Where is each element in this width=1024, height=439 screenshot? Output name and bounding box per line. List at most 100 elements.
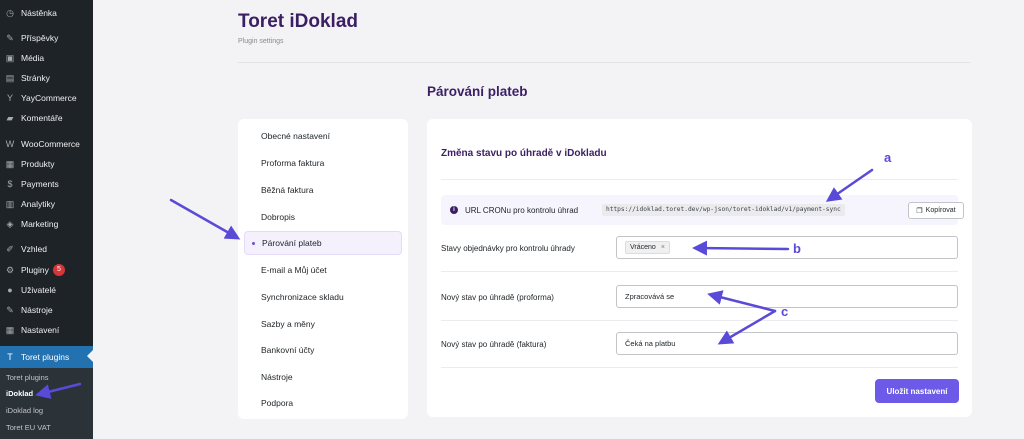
sidebar-item-nastroje[interactable]: ✎ Nástroje — [0, 300, 93, 320]
remove-tag-icon[interactable]: × — [661, 244, 665, 251]
nav-item-proforma-faktura[interactable]: Proforma faktura — [244, 151, 402, 175]
sidebar-item-label: Pluginy — [21, 265, 49, 275]
sidebar-item-label: Uživatelé — [21, 285, 56, 295]
sidebar-item-marketing[interactable]: ◈ Marketing — [0, 214, 93, 234]
submenu-item-toret-plugins[interactable]: Toret plugins — [6, 373, 49, 382]
cron-url-label: URL CRONu pro kontrolu úhrad — [465, 206, 579, 215]
sidebar-item-yaycommerce[interactable]: Y YayCommerce — [0, 88, 93, 108]
cron-url-value[interactable]: https://idoklad.toret.dev/wp-json/toret-… — [602, 204, 845, 216]
divider — [441, 179, 958, 180]
toret-submenu: Toret plugins iDoklad iDoklad log Toret … — [0, 368, 93, 439]
cron-url-box: i URL CRONu pro kontrolu úhrad https://i… — [441, 195, 964, 225]
sidebar-item-woocommerce[interactable]: W WooCommerce — [0, 134, 93, 154]
nav-item-bezna-faktura[interactable]: Běžná faktura — [244, 178, 402, 202]
sidebar-item-produkty[interactable]: ▦ Produkty — [0, 154, 93, 174]
sidebar-item-nastaveni[interactable]: ▦ Nastavení — [0, 320, 93, 340]
copy-icon: ❐ — [916, 207, 923, 215]
sidebar-item-label: Produkty — [21, 159, 55, 169]
sidebar-item-label: YayCommerce — [21, 93, 77, 103]
info-icon: i — [450, 206, 458, 214]
sidebar-item-label: Nastavení — [21, 325, 60, 335]
card-title: Změna stavu po úhradě v iDokladu — [441, 148, 607, 159]
arrow-to-nav — [169, 198, 241, 240]
toret-icon: T — [7, 351, 13, 362]
divider — [441, 320, 958, 321]
update-count-badge: 5 — [52, 264, 65, 276]
proforma-status-select[interactable]: Zpracovává se — [616, 285, 958, 308]
sidebar-item-toret-plugins[interactable]: T Toret plugins — [0, 346, 93, 368]
proforma-status-label: Nový stav po úhradě (proforma) — [441, 293, 554, 302]
submenu-item-toret-eu-vat[interactable]: Toret EU VAT — [6, 423, 51, 432]
order-statuses-label: Stavy objednávky pro kontrolu úhrady — [441, 244, 575, 253]
products-icon: ▦ — [5, 158, 15, 169]
comments-icon: ▰ — [6, 112, 14, 123]
settings-card: Změna stavu po úhradě v iDokladu i URL C… — [427, 119, 972, 417]
nav-item-synchronizace-skladu[interactable]: Synchronizace skladu — [244, 285, 402, 309]
sidebar-item-uzivatele[interactable]: ● Uživatelé — [0, 280, 93, 300]
sidebar-item-media[interactable]: ▣ Média — [0, 48, 93, 68]
settings-icon: ▦ — [5, 324, 15, 335]
nav-item-bankovni-ucty[interactable]: Bankovní účty — [244, 338, 402, 362]
marketing-icon: ◈ — [6, 218, 14, 229]
sidebar-item-nastenka[interactable]: ◷ Nástěnka — [0, 3, 93, 23]
nav-item-nastroje[interactable]: Nástroje — [244, 365, 402, 389]
sidebar-item-prispevky[interactable]: ✎ Příspěvky — [0, 28, 93, 48]
page-title: Toret iDoklad — [238, 11, 358, 32]
nav-item-email-muj-ucet[interactable]: E-mail a Můj účet — [244, 258, 402, 282]
plugins-icon: ⚙ — [5, 264, 15, 275]
payments-icon: $ — [7, 178, 13, 189]
settings-nav: Obecné nastavení Proforma faktura Běžná … — [238, 119, 408, 419]
yaycommerce-icon: Y — [6, 92, 13, 103]
sidebar-item-vzhled[interactable]: ✐ Vzhled — [0, 239, 93, 259]
nav-item-parovani-plateb[interactable]: Párování plateb — [244, 231, 402, 255]
pages-icon: ▤ — [5, 72, 15, 83]
divider — [441, 367, 958, 368]
submenu-item-idoklad-log[interactable]: iDoklad log — [6, 406, 43, 415]
nav-item-sazby-a-meny[interactable]: Sazby a měny — [244, 312, 402, 336]
sidebar-item-label: WooCommerce — [21, 139, 80, 149]
pushpin-icon: ✎ — [6, 32, 14, 43]
sidebar-item-pluginy[interactable]: ⚙ Pluginy 5 — [0, 260, 93, 280]
sidebar-item-label: Marketing — [21, 219, 59, 229]
nav-item-dobropis[interactable]: Dobropis — [244, 205, 402, 229]
appearance-icon: ✐ — [6, 243, 14, 254]
sidebar-item-label: Nástroje — [21, 305, 53, 315]
copy-button-label: Kopírovat — [925, 207, 956, 214]
analytics-icon: ▥ — [5, 198, 15, 209]
tools-icon: ✎ — [6, 304, 14, 315]
order-statuses-select[interactable]: Vráceno × — [616, 236, 958, 259]
sidebar-item-payments[interactable]: $ Payments — [0, 174, 93, 194]
sidebar-item-label: Vzhled — [21, 244, 47, 254]
sidebar-item-label: Nástěnka — [21, 8, 57, 18]
header-divider — [238, 62, 970, 63]
sidebar-item-label: Stránky — [21, 73, 50, 83]
sidebar-item-stranky[interactable]: ▤ Stránky — [0, 68, 93, 88]
submenu-item-idoklad[interactable]: iDoklad — [6, 389, 33, 398]
woocommerce-icon: W — [5, 138, 15, 149]
status-tag: Vráceno × — [625, 241, 670, 254]
dashboard-icon: ◷ — [6, 7, 14, 18]
copy-button[interactable]: ❐ Kopírovat — [908, 202, 964, 219]
sidebar-item-label: Média — [21, 53, 45, 63]
sidebar-item-analytiky[interactable]: ▥ Analytiky — [0, 194, 93, 214]
nav-item-obecne-nastaveni[interactable]: Obecné nastavení — [244, 124, 402, 148]
sidebar-item-label: Analytiky — [21, 199, 56, 209]
invoice-status-value: Čeká na platbu — [625, 339, 676, 348]
section-title: Párování plateb — [427, 84, 528, 99]
invoice-status-select[interactable]: Čeká na platbu — [616, 332, 958, 355]
users-icon: ● — [7, 284, 13, 295]
invoice-status-label: Nový stav po úhradě (faktura) — [441, 340, 547, 349]
media-icon: ▣ — [5, 52, 15, 63]
sidebar-item-label: Payments — [21, 179, 59, 189]
nav-item-podpora[interactable]: Podpora — [244, 391, 402, 415]
sidebar-item-label: Příspěvky — [21, 33, 59, 43]
proforma-status-value: Zpracovává se — [625, 292, 675, 301]
admin-sidebar: ◷ Nástěnka ✎ Příspěvky ▣ Média ▤ Stránky Y Ya… — [0, 0, 93, 439]
sidebar-item-label: Komentáře — [21, 113, 63, 123]
sidebar-item-label: Toret plugins — [21, 352, 70, 362]
save-button[interactable]: Uložit nastavení — [875, 379, 959, 403]
divider — [441, 271, 958, 272]
status-tag-label: Vráceno — [630, 244, 656, 251]
sidebar-item-komentare[interactable]: ▰ Komentáře — [0, 108, 93, 128]
page-subtitle: Plugin settings — [238, 38, 284, 45]
